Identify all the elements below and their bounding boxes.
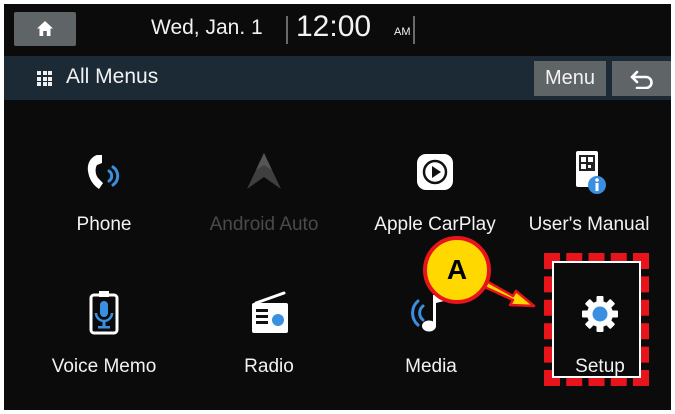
- callout-arrow: [476, 276, 536, 308]
- callout-badge: A: [423, 236, 491, 304]
